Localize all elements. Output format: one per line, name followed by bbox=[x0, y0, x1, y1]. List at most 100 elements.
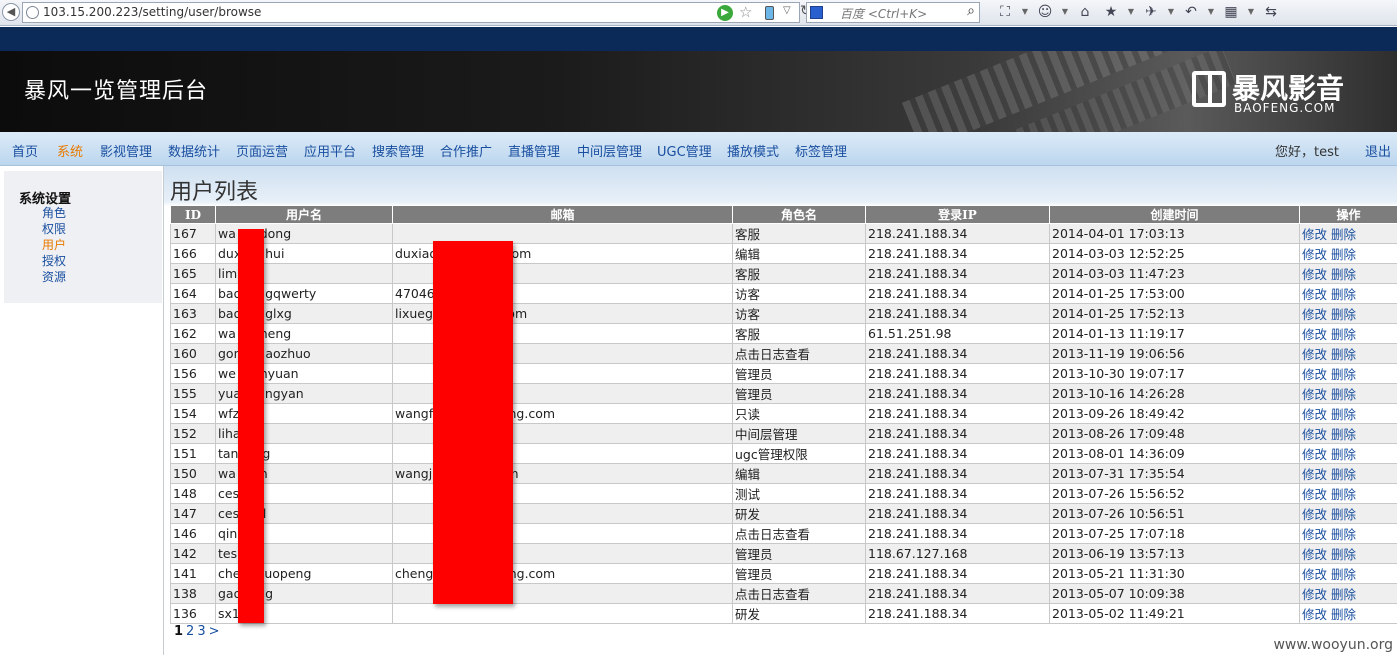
brand-logo: 暴风影音 BAOFENG.COM bbox=[1192, 67, 1372, 117]
edit-link[interactable]: 修改 bbox=[1302, 227, 1327, 242]
edit-link[interactable]: 修改 bbox=[1302, 527, 1327, 542]
delete-link[interactable]: 删除 bbox=[1331, 567, 1356, 582]
delete-link[interactable]: 删除 bbox=[1331, 307, 1356, 322]
sidebar-item[interactable]: 角色 bbox=[42, 204, 66, 221]
edit-link[interactable]: 修改 bbox=[1302, 327, 1327, 342]
edit-link[interactable]: 修改 bbox=[1302, 467, 1327, 482]
delete-link[interactable]: 删除 bbox=[1331, 267, 1356, 282]
page-link[interactable]: 1 bbox=[174, 624, 183, 639]
edit-link[interactable]: 修改 bbox=[1302, 247, 1327, 262]
dropdown-caret-icon[interactable]: ▼ bbox=[1246, 2, 1256, 22]
address-bar[interactable]: 103.15.200.223/setting/user/browse ▶ ☆ ▽… bbox=[22, 2, 812, 23]
home-icon[interactable]: ⌂ bbox=[1074, 2, 1096, 22]
edit-link[interactable]: 修改 bbox=[1302, 387, 1327, 402]
smiley-icon[interactable]: ☺ bbox=[1034, 2, 1056, 22]
dropdown-caret-icon[interactable]: ▽ bbox=[783, 5, 791, 16]
delete-link[interactable]: 删除 bbox=[1331, 587, 1356, 602]
screenshot-icon[interactable]: ⛶ bbox=[994, 2, 1016, 22]
edit-link[interactable]: 修改 bbox=[1302, 287, 1327, 302]
nav-item[interactable]: 影视管理 bbox=[100, 141, 152, 160]
sidebar-item[interactable]: 权限 bbox=[42, 220, 66, 237]
logout-link[interactable]: 退出 bbox=[1365, 141, 1391, 160]
nav-item[interactable]: 合作推广 bbox=[440, 141, 492, 160]
search-engine-icon[interactable] bbox=[810, 6, 823, 19]
delete-link[interactable]: 删除 bbox=[1331, 527, 1356, 542]
nav-item[interactable]: 直播管理 bbox=[508, 141, 560, 160]
edit-link[interactable]: 修改 bbox=[1302, 547, 1327, 562]
edit-link[interactable]: 修改 bbox=[1302, 267, 1327, 282]
table-cell: 218.241.188.34 bbox=[865, 283, 1050, 304]
delete-link[interactable]: 删除 bbox=[1331, 447, 1356, 462]
edit-link[interactable]: 修改 bbox=[1302, 607, 1327, 622]
go-icon[interactable]: ▶ bbox=[717, 5, 733, 21]
grid-apps-icon[interactable]: ▦ bbox=[1220, 2, 1242, 22]
edit-link[interactable]: 修改 bbox=[1302, 427, 1327, 442]
sidebar-item[interactable]: 资源 bbox=[42, 268, 66, 285]
nav-item[interactable]: 标签管理 bbox=[795, 141, 847, 160]
edit-link[interactable]: 修改 bbox=[1302, 487, 1327, 502]
bookmarks-icon[interactable]: ★ bbox=[1100, 2, 1122, 22]
nav-item[interactable]: 应用平台 bbox=[304, 141, 356, 160]
nav-item[interactable]: 搜索管理 bbox=[372, 141, 424, 160]
nav-item[interactable]: 首页 bbox=[12, 141, 38, 160]
tools-icon[interactable]: ✈ bbox=[1140, 2, 1162, 22]
delete-link[interactable]: 删除 bbox=[1331, 487, 1356, 502]
sidebar-item[interactable]: 授权 bbox=[42, 252, 66, 269]
user-table: ID 用户名 邮箱 角色名 登录IP 创建时间 操作 167 wa dong 客服 218.241… bbox=[170, 205, 1397, 624]
delete-link[interactable]: 删除 bbox=[1331, 607, 1356, 622]
edit-link[interactable]: 修改 bbox=[1302, 367, 1327, 382]
nav-item[interactable]: 页面运营 bbox=[236, 141, 288, 160]
delete-link[interactable]: 删除 bbox=[1331, 367, 1356, 382]
delete-link[interactable]: 删除 bbox=[1331, 327, 1356, 342]
browser-search-box[interactable]: 百度 <Ctrl+K> ⌕ bbox=[806, 2, 980, 23]
brand-domain: BAOFENG.COM bbox=[1234, 101, 1336, 115]
delete-link[interactable]: 删除 bbox=[1331, 227, 1356, 242]
back-arrow-icon[interactable]: ◀ bbox=[2, 3, 20, 21]
table-row: 136 sx1 研发 218.241.188.34 2013-05-02 11:49:2… bbox=[170, 603, 1397, 624]
delete-link[interactable]: 删除 bbox=[1331, 287, 1356, 302]
delete-link[interactable]: 删除 bbox=[1331, 407, 1356, 422]
edit-link[interactable]: 修改 bbox=[1302, 347, 1327, 362]
sync-arrows-icon[interactable]: ⇆ bbox=[1260, 2, 1282, 22]
edit-link[interactable]: 修改 bbox=[1302, 587, 1327, 602]
actions-cell: 修改 删除 bbox=[1299, 303, 1397, 324]
table-cell bbox=[392, 603, 733, 624]
page-link[interactable]: 3 bbox=[197, 624, 205, 639]
edit-link[interactable]: 修改 bbox=[1302, 307, 1327, 322]
edit-link[interactable]: 修改 bbox=[1302, 407, 1327, 422]
edit-link[interactable]: 修改 bbox=[1302, 447, 1327, 462]
search-icon[interactable]: ⌕ bbox=[967, 3, 975, 19]
column-header: 角色名 bbox=[732, 205, 866, 224]
table-row: 148 ces 测试 218.241.188.34 2013-07-26 15:56:5… bbox=[170, 483, 1397, 504]
edit-link[interactable]: 修改 bbox=[1302, 507, 1327, 522]
delete-link[interactable]: 删除 bbox=[1331, 467, 1356, 482]
nav-item[interactable]: 播放模式 bbox=[727, 141, 779, 160]
url-text[interactable]: 103.15.200.223/setting/user/browse bbox=[43, 5, 261, 19]
search-placeholder[interactable]: 百度 <Ctrl+K> bbox=[840, 5, 927, 22]
page-link[interactable]: 2 bbox=[186, 624, 194, 639]
sidebar-item[interactable]: 用户 bbox=[42, 236, 66, 253]
nav-item[interactable]: 数据统计 bbox=[168, 141, 220, 160]
delete-link[interactable]: 删除 bbox=[1331, 427, 1356, 442]
dropdown-caret-icon[interactable]: ▼ bbox=[1166, 2, 1176, 22]
table-cell: 155 bbox=[170, 383, 216, 404]
next-page-link[interactable]: > bbox=[209, 624, 220, 639]
table-row: 141 che uopeng cheng ofeng.com 管理员 218.241.1… bbox=[170, 563, 1397, 584]
delete-link[interactable]: 删除 bbox=[1331, 387, 1356, 402]
nav-item[interactable]: 中间层管理 bbox=[577, 141, 642, 160]
delete-link[interactable]: 删除 bbox=[1331, 247, 1356, 262]
edit-link[interactable]: 修改 bbox=[1302, 567, 1327, 582]
dropdown-caret-icon[interactable]: ▼ bbox=[1126, 2, 1136, 22]
nav-item[interactable]: UGC管理 bbox=[657, 141, 712, 160]
dropdown-caret-icon[interactable]: ▼ bbox=[1060, 2, 1070, 22]
dropdown-caret-icon[interactable]: ▼ bbox=[1206, 2, 1216, 22]
table-cell: 客服 bbox=[732, 263, 866, 284]
undo-icon[interactable]: ↶ bbox=[1180, 2, 1202, 22]
nav-item[interactable]: 系统 bbox=[57, 141, 83, 160]
dropdown-caret-icon[interactable]: ▼ bbox=[1020, 2, 1030, 22]
delete-link[interactable]: 删除 bbox=[1331, 347, 1356, 362]
mobile-icon[interactable] bbox=[765, 6, 774, 20]
delete-link[interactable]: 删除 bbox=[1331, 507, 1356, 522]
delete-link[interactable]: 删除 bbox=[1331, 547, 1356, 562]
bookmark-star-icon[interactable]: ☆ bbox=[739, 3, 752, 21]
